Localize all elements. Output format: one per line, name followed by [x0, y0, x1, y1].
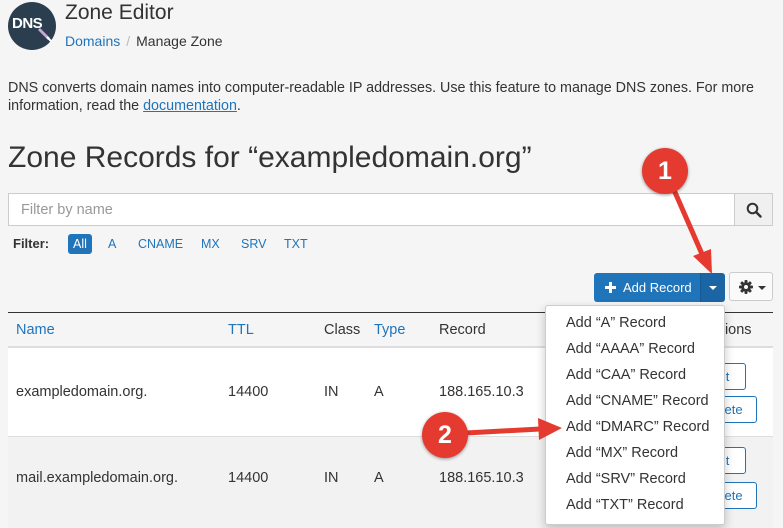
gear-icon: [739, 280, 753, 294]
app-title: Zone Editor: [65, 1, 174, 24]
filter-all[interactable]: All: [68, 234, 92, 254]
step-2-marker: 2: [422, 412, 468, 458]
add-record-label: Add Record: [623, 280, 692, 295]
menu-item-add-txt[interactable]: Add “TXT” Record: [566, 497, 684, 513]
row-type: A: [374, 470, 384, 486]
add-record-menu: Add “A” Record Add “AAAA” Record Add “CA…: [545, 305, 725, 525]
row-ttl: 14400: [228, 384, 269, 400]
row-record: 188.165.10.3: [439, 384, 524, 400]
row-class: IN: [324, 384, 339, 400]
add-record-button[interactable]: Add Record: [594, 273, 700, 302]
column-header-name[interactable]: Name: [16, 322, 55, 338]
row-record: 188.165.10.3: [439, 470, 524, 486]
menu-item-add-aaaa[interactable]: Add “AAAA” Record: [566, 341, 695, 357]
menu-item-add-srv[interactable]: Add “SRV” Record: [566, 471, 686, 487]
row-name: exampledomain.org.: [16, 384, 148, 400]
add-record-dropdown-toggle[interactable]: [700, 273, 725, 302]
menu-item-add-caa[interactable]: Add “CAA” Record: [566, 367, 686, 383]
breadcrumb-domains-link[interactable]: Domains: [65, 33, 120, 49]
filter-cname[interactable]: CNAME: [138, 234, 183, 254]
row-type: A: [374, 384, 384, 400]
search-button[interactable]: [734, 193, 773, 226]
search-input[interactable]: [9, 194, 733, 225]
column-header-class: Class: [324, 322, 361, 338]
filter-txt[interactable]: TXT: [284, 234, 308, 254]
intro-text: DNS converts domain names into computer-…: [8, 79, 778, 115]
row-class: IN: [324, 470, 339, 486]
filter-srv[interactable]: SRV: [241, 234, 266, 254]
step-1-marker: 1: [642, 148, 688, 194]
row-name: mail.exampledomain.org.: [16, 470, 178, 486]
column-header-type[interactable]: Type: [374, 322, 405, 338]
plus-icon: [605, 282, 616, 293]
search-icon: [746, 202, 762, 218]
dns-logo: DNS: [8, 2, 56, 50]
filter-label: Filter:: [13, 236, 50, 251]
filter-mx[interactable]: MX: [201, 234, 220, 254]
row-ttl: 14400: [228, 470, 269, 486]
breadcrumb: Domains / Manage Zone: [65, 33, 223, 49]
menu-item-add-cname[interactable]: Add “CNAME” Record: [566, 393, 709, 409]
column-header-ttl[interactable]: TTL: [228, 322, 254, 338]
settings-button[interactable]: [729, 272, 773, 301]
breadcrumb-current: Manage Zone: [136, 33, 223, 49]
breadcrumb-separator: /: [126, 33, 131, 49]
search-field: [8, 193, 735, 226]
filter-a[interactable]: A: [108, 234, 116, 254]
intro-text-before: DNS converts domain names into computer-…: [8, 80, 754, 114]
menu-item-add-a[interactable]: Add “A” Record: [566, 315, 666, 331]
intro-text-after: .: [236, 98, 241, 114]
documentation-link[interactable]: documentation: [143, 98, 237, 114]
menu-item-add-dmarc[interactable]: Add “DMARC” Record: [566, 419, 709, 435]
caret-down-icon: [709, 286, 717, 290]
gear-caret-icon: [758, 286, 766, 290]
menu-item-add-mx[interactable]: Add “MX” Record: [566, 445, 678, 461]
tool-icon: [38, 28, 52, 42]
column-header-record: Record: [439, 322, 486, 338]
page-title: Zone Records for “exampledomain.org”: [8, 141, 532, 174]
